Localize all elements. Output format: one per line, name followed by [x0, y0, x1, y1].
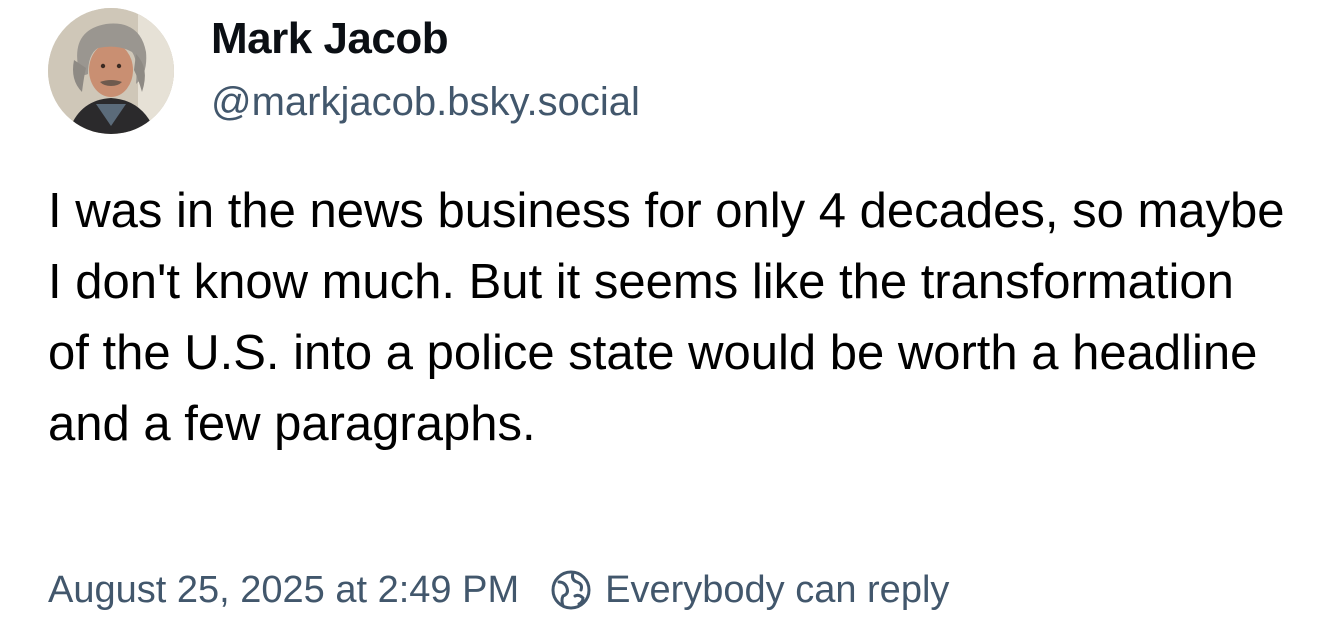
post-card: Mark Jacob @markjacob.bsky.social I was …	[0, 0, 1320, 627]
reply-setting-label: Everybody can reply	[605, 568, 950, 611]
author-display-name[interactable]: Mark Jacob	[211, 14, 449, 64]
post-timestamp[interactable]: August 25, 2025 at 2:49 PM	[48, 569, 519, 612]
avatar-photo-icon	[48, 8, 174, 134]
post-text: I was in the news business for only 4 de…	[48, 184, 1285, 451]
earth-globe-icon	[549, 568, 593, 612]
author-handle[interactable]: @markjacob.bsky.social	[211, 80, 640, 125]
author-avatar[interactable]	[48, 8, 174, 134]
post-meta: August 25, 2025 at 2:49 PM Everybody can…	[48, 564, 949, 616]
